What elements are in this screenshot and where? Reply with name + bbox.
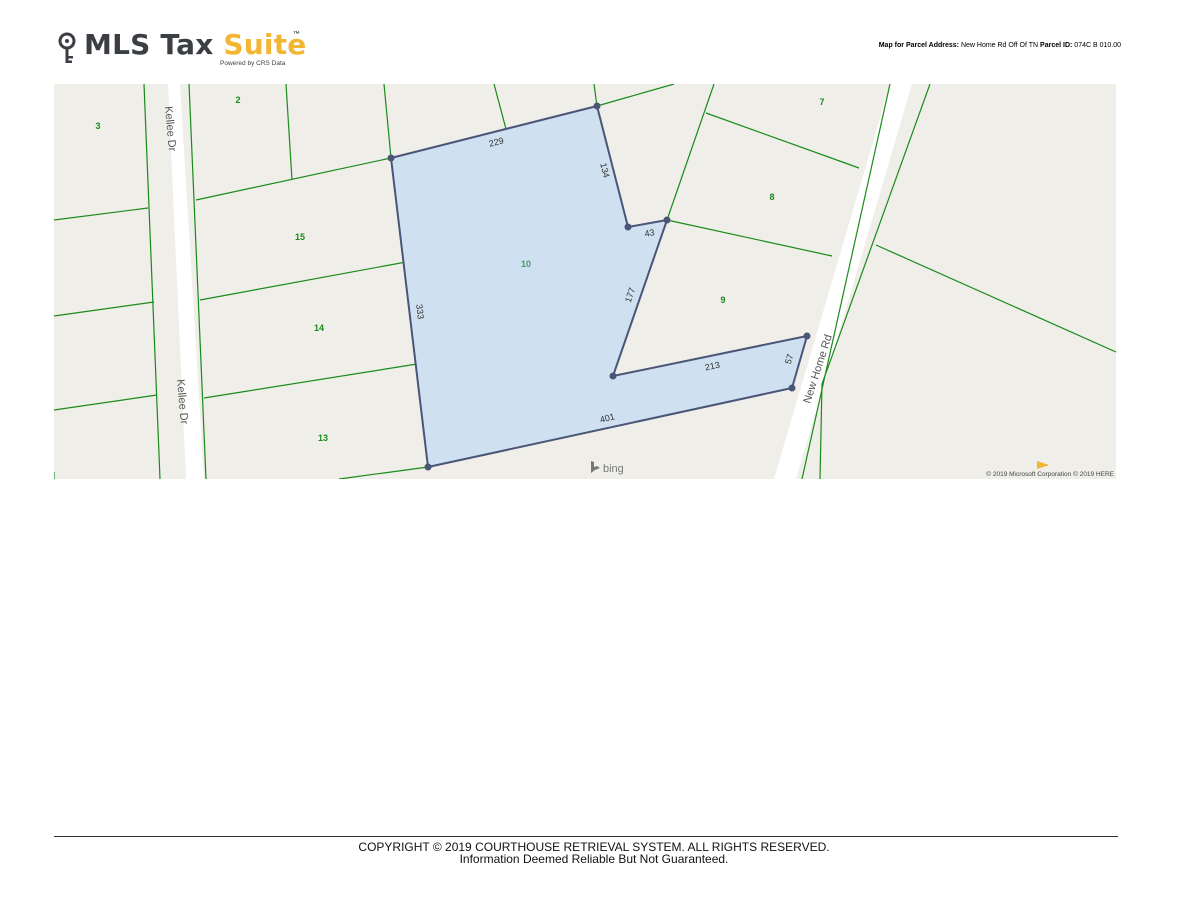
parcel-label-2: 2 xyxy=(235,95,240,105)
mls-tax-suite-logo: MLS Tax Suite ™ Powered by CRS Data xyxy=(56,28,316,72)
parcel-label-13: 13 xyxy=(318,433,328,443)
footer-divider xyxy=(54,836,1118,837)
key-icon xyxy=(58,32,76,63)
address-value: New Home Rd Off Of TN xyxy=(960,42,1039,49)
compass-icon xyxy=(1037,461,1049,469)
edge-length-333: 333 xyxy=(414,304,426,320)
bing-logo: bing xyxy=(591,461,624,475)
new-home-rd-road xyxy=(774,84,912,479)
street-label-kellee-dr-top: Kellee Dr xyxy=(162,106,178,152)
parcel-label-9: 9 xyxy=(720,295,725,305)
parcel-label-7: 7 xyxy=(819,97,824,107)
selected-parcel-10[interactable] xyxy=(390,105,808,468)
parcel-label-15: 15 xyxy=(295,232,305,242)
logo-wordmark: MLS Tax Suite xyxy=(84,28,307,61)
footer-disclaimer: Information Deemed Reliable But Not Guar… xyxy=(459,852,729,866)
parcel-label-14: 14 xyxy=(314,323,324,333)
logo-word-main: MLS Tax xyxy=(84,28,224,61)
logo-tagline: Powered by CRS Data xyxy=(220,60,286,67)
parcel-label-8: 8 xyxy=(769,192,774,202)
parcel-id-value: 074C B 010.00 xyxy=(1074,42,1121,49)
parcel-map[interactable]: 3 2 15 14 13 7 8 9 10 229 134 43 177 213… xyxy=(54,84,1116,479)
selected-parcel-label: 10 xyxy=(521,259,531,269)
edge-length-43: 43 xyxy=(644,227,656,239)
bing-wordmark: bing xyxy=(603,463,624,475)
parcel-header: Map for Parcel Address: New Home Rd Off … xyxy=(879,42,1121,49)
street-label-kellee-dr-bottom: Kellee Dr xyxy=(174,379,190,425)
logo-trademark: ™ xyxy=(293,31,300,38)
parcel-label-3: 3 xyxy=(95,121,100,131)
address-label: Map for Parcel Address: xyxy=(878,42,959,49)
parcel-id-label: Parcel ID: xyxy=(1040,42,1073,49)
parcel-map-svg: 3 2 15 14 13 7 8 9 10 229 134 43 177 213… xyxy=(54,84,1116,479)
map-attribution: © 2019 Microsoft Corporation © 2019 HERE xyxy=(986,470,1114,478)
